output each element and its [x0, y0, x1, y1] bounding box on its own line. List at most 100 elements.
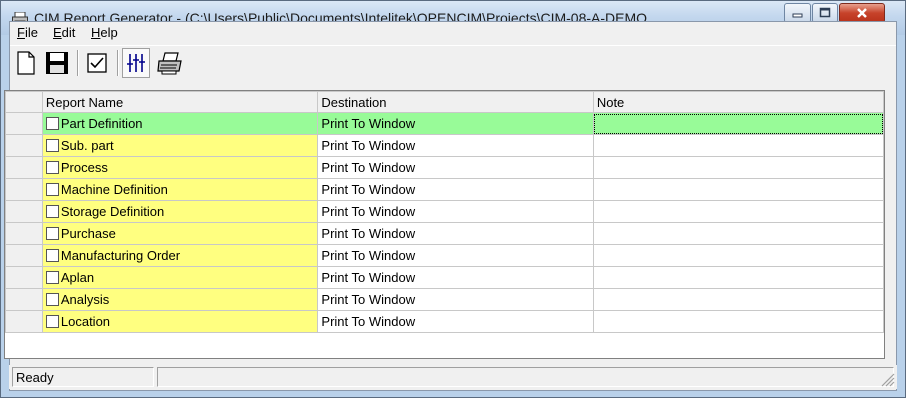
- save-icon: [46, 52, 68, 74]
- table-row[interactable]: Process Print To Window: [5, 156, 884, 179]
- report-name-label: Storage Definition: [60, 204, 165, 219]
- header-row: Report Name Destination Note: [5, 91, 884, 113]
- row-header[interactable]: [5, 156, 43, 179]
- note-cell[interactable]: [592, 222, 884, 245]
- minimize-button[interactable]: [784, 3, 811, 23]
- menu-edit[interactable]: Edit: [53, 25, 75, 40]
- settings-button[interactable]: [122, 48, 150, 78]
- new-document-icon: [17, 51, 35, 75]
- note-cell[interactable]: [592, 178, 884, 201]
- corner-header: [5, 91, 43, 113]
- toolbar-separator: [77, 50, 79, 76]
- column-header-report-name[interactable]: Report Name: [41, 91, 319, 113]
- report-name-label: Aplan: [60, 270, 95, 285]
- maximize-button[interactable]: [812, 3, 838, 23]
- destination-cell[interactable]: Print To Window: [317, 200, 594, 223]
- report-table: Report Name Destination Note Part Defini…: [5, 91, 884, 333]
- report-checkbox[interactable]: [45, 315, 59, 328]
- report-name-cell[interactable]: Location: [41, 310, 319, 333]
- destination-cell[interactable]: Print To Window: [317, 288, 594, 311]
- status-pane-empty: [157, 367, 894, 387]
- table-row[interactable]: Purchase Print To Window: [5, 222, 884, 245]
- check-icon: [87, 53, 107, 73]
- report-name-label: Part Definition: [60, 116, 143, 131]
- table-row[interactable]: Manufacturing Order Print To Window: [5, 244, 884, 267]
- report-checkbox[interactable]: [45, 227, 59, 240]
- report-name-cell[interactable]: Manufacturing Order: [41, 244, 319, 267]
- column-header-note[interactable]: Note: [592, 91, 884, 113]
- report-checkbox[interactable]: [45, 117, 59, 130]
- report-name-label: Analysis: [60, 292, 110, 307]
- row-header[interactable]: [5, 134, 43, 157]
- new-button[interactable]: [12, 48, 40, 78]
- destination-cell[interactable]: Print To Window: [317, 134, 594, 157]
- table-row[interactable]: Machine Definition Print To Window: [5, 178, 884, 201]
- status-text: Ready: [12, 367, 154, 387]
- note-cell[interactable]: [592, 112, 884, 135]
- report-name-label: Machine Definition: [60, 182, 168, 197]
- report-name-label: Location: [60, 314, 111, 329]
- table-row[interactable]: Location Print To Window: [5, 310, 884, 333]
- report-name-cell[interactable]: Sub. part: [41, 134, 319, 157]
- menu-file[interactable]: File: [17, 25, 38, 40]
- destination-cell[interactable]: Print To Window: [317, 178, 594, 201]
- select-all-button[interactable]: [83, 48, 111, 78]
- row-header[interactable]: [5, 266, 43, 289]
- destination-cell[interactable]: Print To Window: [317, 244, 594, 267]
- report-checkbox[interactable]: [45, 205, 59, 218]
- note-cell[interactable]: [592, 288, 884, 311]
- settings-filter-icon: [127, 54, 145, 72]
- row-header[interactable]: [5, 200, 43, 223]
- table-row[interactable]: Aplan Print To Window: [5, 266, 884, 289]
- close-button[interactable]: [839, 3, 885, 23]
- status-bar: Ready: [9, 365, 897, 389]
- row-header[interactable]: [5, 288, 43, 311]
- report-checkbox[interactable]: [45, 183, 59, 196]
- row-header[interactable]: [5, 222, 43, 245]
- menu-help[interactable]: Help: [91, 25, 118, 40]
- report-name-cell[interactable]: Process: [41, 156, 319, 179]
- report-name-cell[interactable]: Part Definition: [41, 112, 319, 135]
- report-name-cell[interactable]: Purchase: [41, 222, 319, 245]
- print-button[interactable]: [156, 48, 184, 78]
- note-cell[interactable]: [592, 200, 884, 223]
- table-row[interactable]: Storage Definition Print To Window: [5, 200, 884, 223]
- report-name-cell[interactable]: Analysis: [41, 288, 319, 311]
- table-row[interactable]: Part Definition Print To Window: [5, 112, 884, 135]
- print-icon: [157, 52, 182, 75]
- column-header-destination[interactable]: Destination: [317, 91, 594, 113]
- report-name-cell[interactable]: Aplan: [41, 266, 319, 289]
- table-row[interactable]: Analysis Print To Window: [5, 288, 884, 311]
- row-header[interactable]: [5, 244, 43, 267]
- report-grid[interactable]: Report Name Destination Note Part Defini…: [4, 90, 885, 359]
- row-header[interactable]: [5, 178, 43, 201]
- note-cell[interactable]: [592, 156, 884, 179]
- destination-cell[interactable]: Print To Window: [317, 156, 594, 179]
- destination-cell[interactable]: Print To Window: [317, 222, 594, 245]
- report-checkbox[interactable]: [45, 293, 59, 306]
- row-header[interactable]: [5, 310, 43, 333]
- report-name-label: Sub. part: [60, 138, 114, 153]
- report-checkbox[interactable]: [45, 249, 59, 262]
- toolbar-separator: [117, 50, 119, 76]
- report-checkbox[interactable]: [45, 161, 59, 174]
- report-name-label: Purchase: [60, 226, 116, 241]
- resize-grip-icon[interactable]: [881, 373, 895, 387]
- report-name-label: Process: [60, 160, 108, 175]
- report-checkbox[interactable]: [45, 139, 59, 152]
- destination-cell[interactable]: Print To Window: [317, 310, 594, 333]
- report-checkbox[interactable]: [45, 271, 59, 284]
- destination-cell[interactable]: Print To Window: [317, 266, 594, 289]
- report-name-cell[interactable]: Storage Definition: [41, 200, 319, 223]
- row-header[interactable]: [5, 112, 43, 135]
- table-row[interactable]: Sub. part Print To Window: [5, 134, 884, 157]
- report-name-cell[interactable]: Machine Definition: [41, 178, 319, 201]
- note-cell[interactable]: [592, 266, 884, 289]
- note-cell[interactable]: [592, 134, 884, 157]
- note-cell[interactable]: [592, 244, 884, 267]
- save-button[interactable]: [43, 48, 71, 78]
- note-cell[interactable]: [592, 310, 884, 333]
- destination-cell[interactable]: Print To Window: [317, 112, 594, 135]
- report-generator-window: CIM Report Generator - (C:\Users\Public\…: [0, 0, 906, 398]
- toolbar: [10, 45, 896, 80]
